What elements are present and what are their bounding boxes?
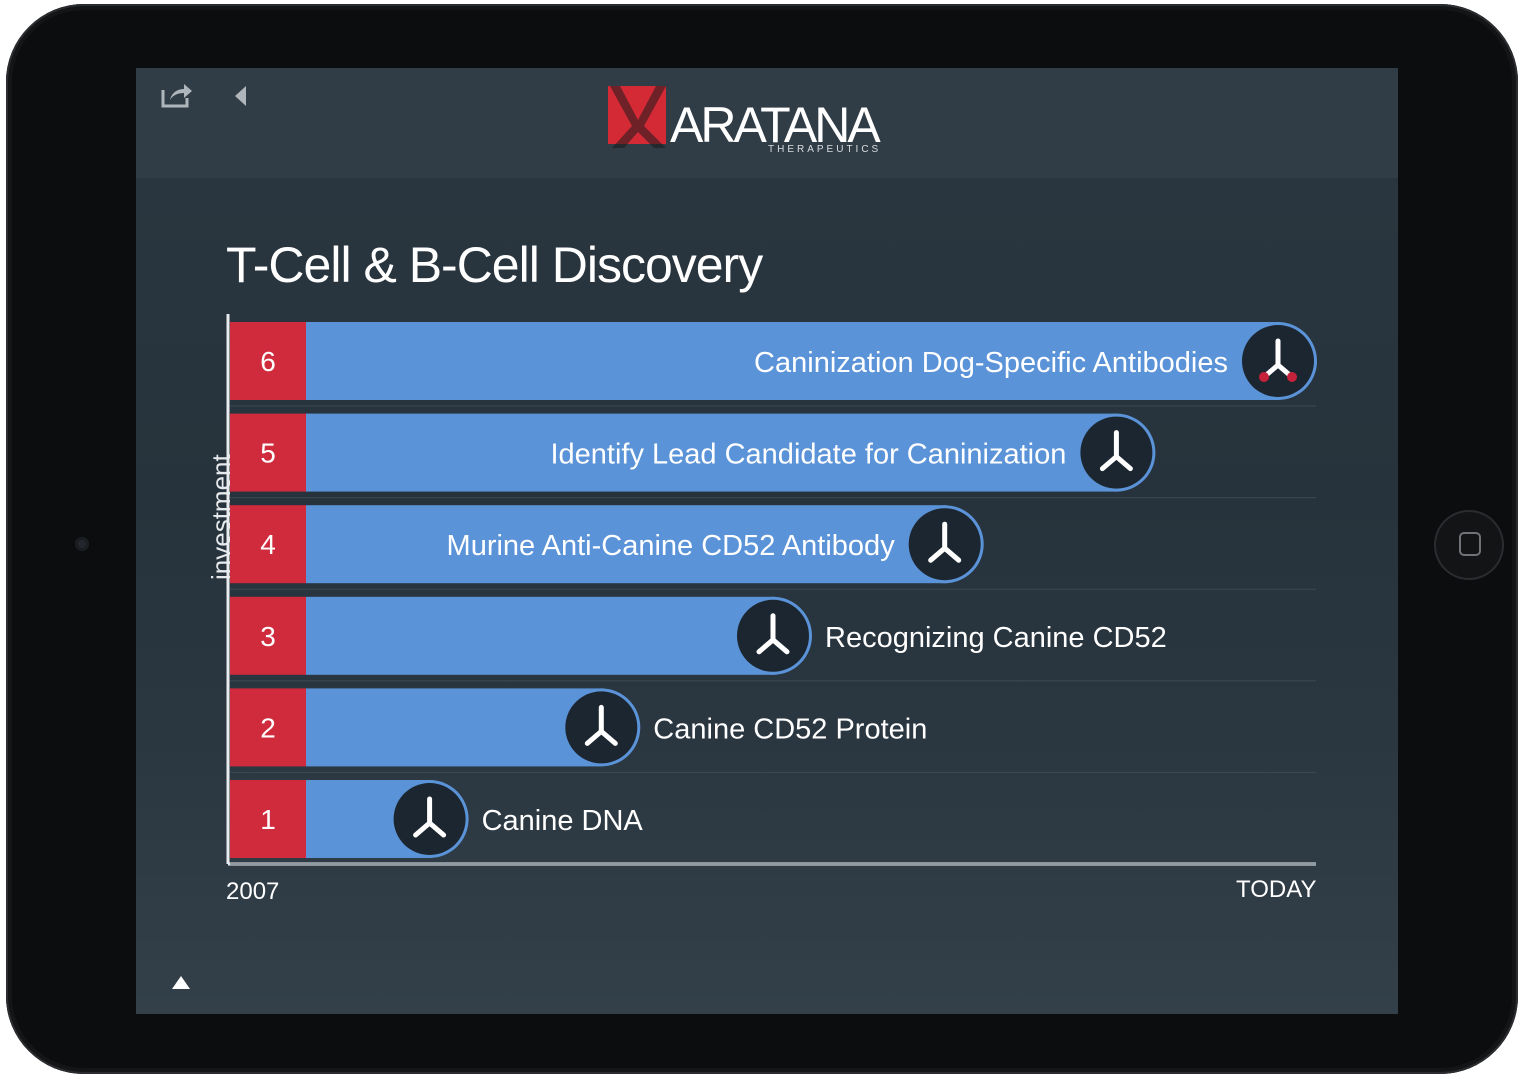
bar-3 — [306, 596, 775, 675]
bar-label-1: Canine DNA — [482, 805, 644, 837]
investment-chart: 1 Canine DNA 2 Canine CD52 Protein 3 Recogniz… — [226, 314, 1317, 866]
step-number-2: 2 — [260, 712, 276, 743]
up-triangle-icon[interactable] — [170, 974, 192, 992]
chart-xlabel-start: 2007 — [226, 878, 280, 905]
step-number-3: 3 — [260, 621, 276, 652]
step-number-6: 6 — [260, 346, 276, 377]
camera-lens — [75, 537, 89, 551]
step-number-5: 5 — [260, 438, 276, 469]
step-number-1: 1 — [260, 804, 276, 835]
step-number-4: 4 — [260, 529, 276, 560]
chart-xlabel-end: TODAY — [1236, 876, 1317, 903]
bar-label-2: Canine CD52 Protein — [653, 713, 927, 745]
app-screen: ARATANA THERAPEUTICS T-Cell & B-Cell Dis… — [136, 68, 1398, 1014]
bar-2 — [306, 688, 604, 767]
bar-label-6: Caninization Dog-Specific Antibodies — [754, 347, 1228, 379]
bar-label-5: Identify Lead Candidate for Caninization — [550, 439, 1066, 471]
home-button[interactable] — [1434, 510, 1504, 580]
bar-label-4: Murine Anti-Canine CD52 Antibody — [447, 530, 896, 562]
bar-label-3: Recognizing Canine CD52 — [825, 622, 1167, 654]
home-button-icon — [1459, 532, 1481, 556]
